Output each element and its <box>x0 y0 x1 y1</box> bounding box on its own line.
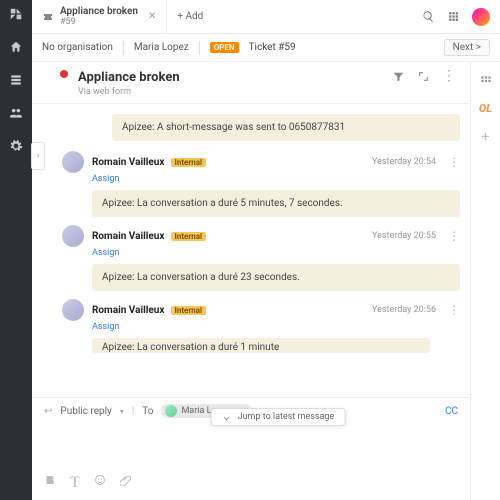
crumb-user[interactable]: Maria Lopez <box>134 42 189 53</box>
avatar <box>165 405 177 417</box>
unread-dot-icon <box>60 70 68 78</box>
assign-link[interactable]: Assign <box>92 322 460 332</box>
add-app-icon[interactable]: + <box>482 129 490 145</box>
views-icon[interactable] <box>9 72 23 91</box>
apps-panel-icon[interactable] <box>479 74 493 88</box>
add-tab[interactable]: + Add <box>167 11 213 22</box>
article-body: Apizee: La conversation a duré 1 minute <box>92 338 430 353</box>
system-note: Apizee: A short-message was sent to 0650… <box>112 114 460 141</box>
breadcrumb: No organisation Maria Lopez OPEN Ticket … <box>32 34 500 62</box>
crumb-ticket: Ticket #59 <box>249 42 296 53</box>
article-body: Apizee: La conversation a duré 23 second… <box>92 264 460 291</box>
reply-mode[interactable]: Public reply <box>60 406 111 417</box>
close-icon[interactable]: ✕ <box>148 11 156 22</box>
apps-grid-icon[interactable] <box>447 10 460 23</box>
admin-gear-icon[interactable] <box>9 138 23 157</box>
reply-arrow-icon: ↩ <box>44 406 52 417</box>
profile-avatar[interactable] <box>472 8 490 26</box>
search-icon[interactable] <box>422 10 435 23</box>
chevron-down-icon[interactable]: ▾ <box>120 407 124 416</box>
tab-ticket[interactable]: Appliance broken #59 ✕ <box>32 0 167 33</box>
page-title: Appliance broken <box>78 70 180 85</box>
status-badge: OPEN <box>210 42 239 53</box>
nav-rail <box>0 0 32 500</box>
article-more-icon[interactable]: ⋮ <box>448 303 460 317</box>
ticket-header: Appliance broken Via web form ⋮ <box>32 62 470 104</box>
ticket-icon <box>42 11 54 23</box>
article-time: Yesterday 20:56 <box>372 305 436 315</box>
article-author[interactable]: Romain Vailleux <box>92 231 165 242</box>
crumb-org[interactable]: No organisation <box>42 42 113 53</box>
avatar <box>62 151 84 173</box>
customers-icon[interactable] <box>9 105 23 124</box>
assign-link[interactable]: Assign <box>92 248 460 258</box>
article: Romain Vailleux Internal Yesterday 20:56… <box>62 299 460 353</box>
assign-link[interactable]: Assign <box>92 174 460 184</box>
avatar <box>62 299 84 321</box>
internal-tag: Internal <box>171 158 207 167</box>
article-body: Apizee: La conversation a duré 5 minutes… <box>92 190 460 217</box>
emoji-icon[interactable] <box>94 474 106 486</box>
article-author[interactable]: Romain Vailleux <box>92 157 165 168</box>
to-label: To <box>142 406 153 417</box>
tab-title: Appliance broken <box>60 6 138 17</box>
internal-tag: Internal <box>171 232 207 241</box>
composer-toolbar: T <box>44 470 458 494</box>
internal-tag: Internal <box>171 306 207 315</box>
format-icon[interactable] <box>44 474 56 486</box>
article-time: Yesterday 20:55 <box>372 231 436 241</box>
jump-to-latest-button[interactable]: Jump to latest message <box>211 408 346 426</box>
ticket-source: Via web form <box>78 87 180 97</box>
cc-button[interactable]: CC <box>445 406 458 417</box>
article: Romain Vailleux Internal Yesterday 20:55… <box>62 225 460 291</box>
article-time: Yesterday 20:54 <box>372 157 436 167</box>
collapse-panel-button[interactable]: › <box>31 142 45 170</box>
article: Romain Vailleux Internal Yesterday 20:54… <box>62 151 460 217</box>
main-column: Appliance broken #59 ✕ + Add No organisa… <box>32 0 500 500</box>
home-icon[interactable] <box>9 39 23 58</box>
arrow-down-icon <box>222 412 232 422</box>
avatar <box>62 225 84 247</box>
tab-subtitle: #59 <box>60 18 138 27</box>
more-icon[interactable]: ⋮ <box>442 70 456 83</box>
article-more-icon[interactable]: ⋮ <box>448 229 460 243</box>
article-more-icon[interactable]: ⋮ <box>448 155 460 169</box>
text-tool-icon[interactable]: T <box>70 474 80 492</box>
article-author[interactable]: Romain Vailleux <box>92 305 165 316</box>
next-button[interactable]: Next > <box>444 39 490 56</box>
app-badge-icon[interactable]: OL <box>479 102 492 115</box>
logo-icon[interactable] <box>9 6 23 25</box>
attachment-icon[interactable] <box>120 474 132 486</box>
context-panel: OL + <box>470 62 500 500</box>
conversation-thread: Apizee: A short-message was sent to 0650… <box>32 104 470 397</box>
filter-icon[interactable] <box>392 70 405 83</box>
tab-bar: Appliance broken #59 ✕ + Add <box>32 0 500 34</box>
collapse-icon[interactable] <box>417 70 430 83</box>
